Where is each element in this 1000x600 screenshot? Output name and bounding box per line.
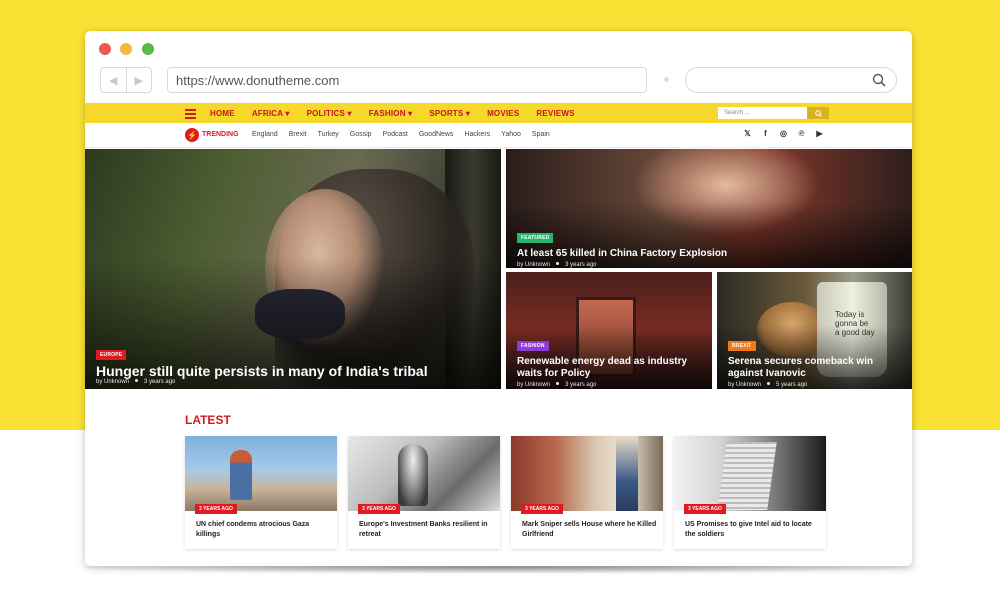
trending-tag[interactable]: GoodNews xyxy=(419,131,454,138)
trending-tag[interactable]: Brexit xyxy=(289,131,307,138)
hero-grid: EUROPE Hunger still quite persists in ma… xyxy=(85,149,912,389)
back-icon[interactable]: ◀ xyxy=(101,68,126,92)
search-icon xyxy=(814,109,822,117)
youtube-icon[interactable]: ▶ xyxy=(815,129,824,138)
latest-card[interactable]: 3 YEARS AGO Europe's Investment Banks re… xyxy=(348,436,500,549)
article-meta: by Unknown 3 years ago xyxy=(517,262,727,268)
forward-icon[interactable]: ▶ xyxy=(125,68,152,92)
site-main-nav: HOME AFRICA ▾ POLITICS ▾ FASHION ▾ SPORTS ▾ M… xyxy=(85,103,912,123)
toolbar-separator xyxy=(664,77,669,82)
hero-top-article[interactable]: FEATURED At least 65 killed in China Fac… xyxy=(506,149,912,268)
card-title[interactable]: Mark Sniper sells House where he Killed … xyxy=(522,520,657,540)
article-author: by Unknown xyxy=(728,382,762,388)
minimize-window-button[interactable] xyxy=(120,43,132,55)
article-title[interactable]: At least 65 killed in China Factory Expl… xyxy=(517,248,727,260)
close-window-button[interactable] xyxy=(99,43,111,55)
latest-grid: 3 YEARS AGO UN chief condems atrocious G… xyxy=(185,436,826,549)
hero-main-article[interactable]: EUROPE Hunger still quite persists in ma… xyxy=(85,149,501,389)
card-image xyxy=(185,436,337,511)
trending-tag[interactable]: England xyxy=(252,131,278,138)
article-title[interactable]: Renewable energy dead as industry waits … xyxy=(517,356,697,380)
time-badge: 3 YEARS AGO xyxy=(684,504,726,514)
article-title[interactable]: Hunger still quite persists in many of I… xyxy=(96,364,428,378)
flame-icon: ⚡ xyxy=(185,128,199,142)
nav-item[interactable]: SPORTS ▾ xyxy=(429,109,470,118)
browser-window: ◀ ▶ https://www.donutheme.com HOME AFRICA… xyxy=(85,31,912,566)
trending-tag[interactable]: Spain xyxy=(532,131,550,138)
browser-search-input[interactable] xyxy=(685,67,897,93)
article-time: 3 years ago xyxy=(565,262,597,268)
latest-card[interactable]: 3 YEARS AGO US Promises to give Intel ai… xyxy=(674,436,826,549)
trending-tag[interactable]: Yahoo xyxy=(501,131,521,138)
article-meta: by Unknown 3 years ago xyxy=(517,382,697,388)
article-title[interactable]: Serena secures comeback win against Ivan… xyxy=(728,356,908,380)
history-buttons: ◀ ▶ xyxy=(100,67,152,93)
nav-items: HOME AFRICA ▾ POLITICS ▾ FASHION ▾ SPORTS ▾ M… xyxy=(210,103,592,123)
category-badge[interactable]: FASHION xyxy=(517,341,549,351)
latest-heading: LATEST xyxy=(185,413,231,427)
card-title[interactable]: US Promises to give Intel aid to locate … xyxy=(685,520,820,540)
twitter-icon[interactable]: 𝕏 xyxy=(743,129,752,138)
trending-label: TRENDING xyxy=(202,131,239,138)
hero-bottom-left-text: FASHION Renewable energy dead as industr… xyxy=(517,334,697,388)
latest-card[interactable]: 3 YEARS AGO Mark Sniper sells House wher… xyxy=(511,436,663,549)
article-meta: by Unknown 3 years ago xyxy=(96,379,428,385)
article-time: 5 years ago xyxy=(776,382,808,388)
hero-bottom-left-article[interactable]: FASHION Renewable energy dead as industr… xyxy=(506,272,712,389)
nav-item[interactable]: REVIEWS xyxy=(536,109,574,118)
article-author: by Unknown xyxy=(517,382,551,388)
nav-item[interactable]: MOVIES xyxy=(487,109,519,118)
hamburger-menu-icon[interactable] xyxy=(185,109,196,119)
facebook-icon[interactable]: f xyxy=(761,129,770,138)
url-text: https://www.donutheme.com xyxy=(176,72,340,88)
trending-bar: ⚡ TRENDING England Brexit Turkey Gossip Podc… xyxy=(85,123,912,148)
latest-card[interactable]: 3 YEARS AGO UN chief condems atrocious G… xyxy=(185,436,337,549)
card-image xyxy=(348,436,500,511)
social-links: 𝕏f ◎ ℗ ▶ xyxy=(743,129,833,138)
card-image xyxy=(511,436,663,511)
maximize-window-button[interactable] xyxy=(142,43,154,55)
card-image xyxy=(674,436,826,511)
nav-item[interactable]: FASHION ▾ xyxy=(369,109,413,118)
article-time: 3 years ago xyxy=(144,379,176,385)
instagram-icon[interactable]: ◎ xyxy=(779,129,788,138)
trending-tag[interactable]: Podcast xyxy=(383,131,408,138)
trending-tag[interactable]: Hackers xyxy=(464,131,490,138)
article-author: by Unknown xyxy=(517,262,551,268)
card-title[interactable]: UN chief condems atrocious Gaza killings xyxy=(196,520,331,540)
address-bar[interactable]: https://www.donutheme.com xyxy=(167,67,647,93)
time-badge: 3 YEARS AGO xyxy=(195,504,237,514)
nav-item[interactable]: POLITICS ▾ xyxy=(307,109,352,118)
category-badge[interactable]: FEATURED xyxy=(517,233,554,243)
hero-bottom-right-article[interactable]: Today is gonna be a good day BREXIT Sere… xyxy=(717,272,912,389)
browser-chrome: ◀ ▶ https://www.donutheme.com xyxy=(85,31,912,103)
hero-top-text: FEATURED At least 65 killed in China Fac… xyxy=(517,226,727,268)
search-icon[interactable] xyxy=(872,73,886,87)
category-badge[interactable]: EUROPE xyxy=(96,350,127,360)
category-badge[interactable]: BREXIT xyxy=(728,341,756,351)
time-badge: 3 YEARS AGO xyxy=(521,504,563,514)
site-search-input[interactable]: Search ... xyxy=(718,107,807,119)
article-time: 3 years ago xyxy=(565,382,597,388)
card-title[interactable]: Europe's Investment Banks resilient in r… xyxy=(359,520,494,540)
nav-item[interactable]: HOME xyxy=(210,109,235,118)
time-badge: 3 YEARS AGO xyxy=(358,504,400,514)
article-author: by Unknown xyxy=(96,379,130,385)
site-search-button[interactable] xyxy=(807,107,829,119)
nav-item[interactable]: AFRICA ▾ xyxy=(252,109,290,118)
trending-tags: England Brexit Turkey Gossip Podcast GoodNews… xyxy=(252,131,561,138)
trending-tag[interactable]: Turkey xyxy=(318,131,339,138)
hero-main-text: EUROPE Hunger still quite persists in ma… xyxy=(96,343,428,385)
pinterest-icon[interactable]: ℗ xyxy=(797,129,806,138)
article-meta: by Unknown 5 years ago xyxy=(728,382,908,388)
trending-tag[interactable]: Gossip xyxy=(350,131,372,138)
hero-bottom-right-text: BREXIT Serena secures comeback win again… xyxy=(728,334,908,388)
